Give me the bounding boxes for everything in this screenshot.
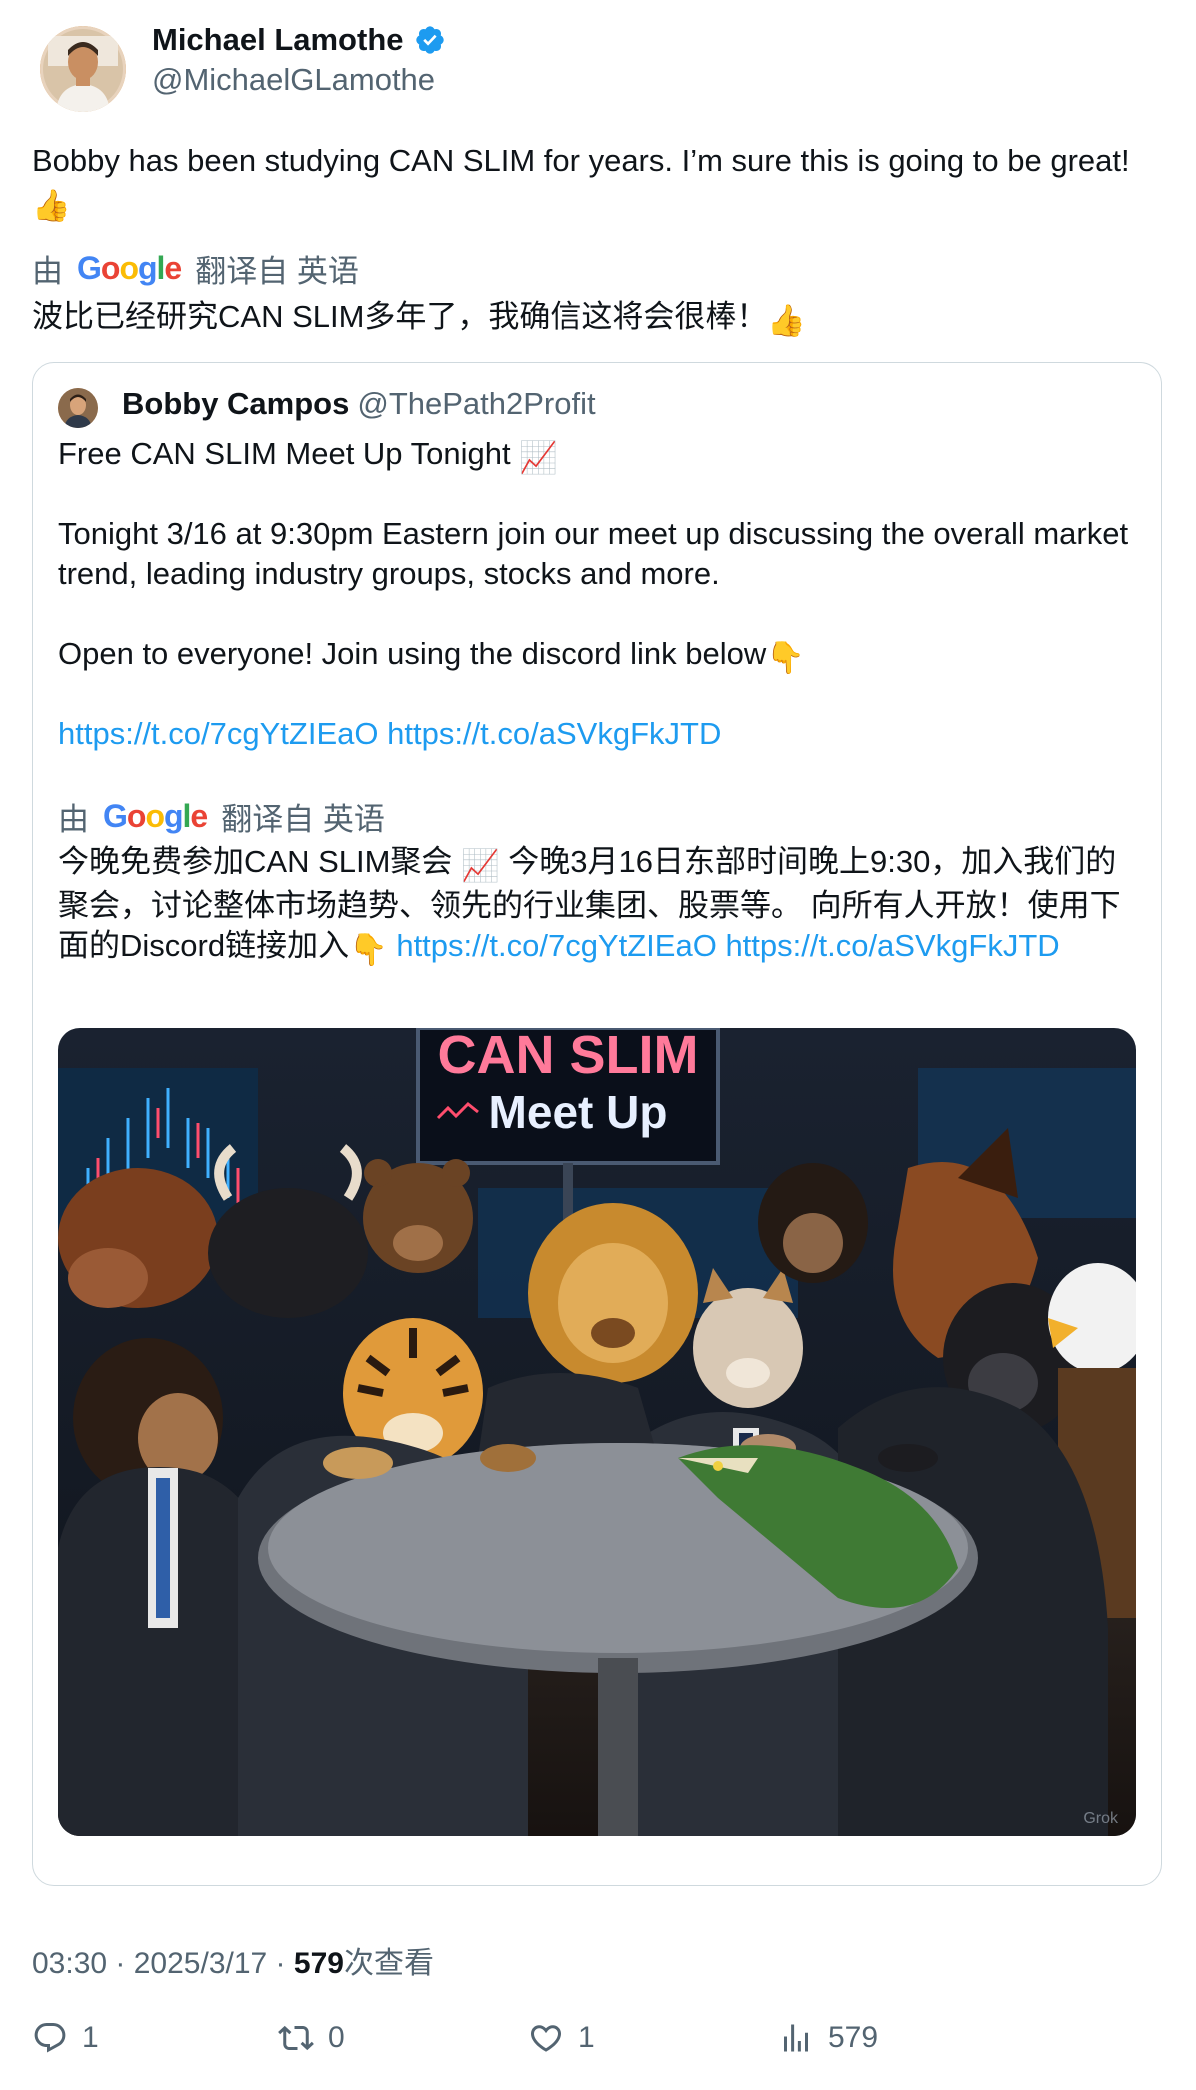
quote-translation-link-1[interactable]: https://t.co/7cgYtZIEaO	[396, 928, 716, 963]
view-count-label: 次查看	[343, 1947, 434, 1980]
reply-button[interactable]: 1	[32, 2020, 99, 2056]
chart-increasing-emoji: 📈	[461, 848, 500, 883]
pointing-down-emoji: 👇	[766, 640, 805, 675]
tweet-translation: 波比已经研究CAN SLIM多年了，我确信这将会很棒！👍	[32, 296, 1152, 341]
tweet-body: Bobby has been studying CAN SLIM for yea…	[32, 143, 1130, 178]
image-screen-subtitle: Meet Up	[489, 1086, 668, 1138]
thumbs-up-emoji: 👍	[32, 188, 71, 223]
quote-line1: Free CAN SLIM Meet Up Tonight 📈	[58, 434, 1138, 478]
translate-suffix: 翻译自 英语	[221, 802, 385, 837]
retweet-icon	[278, 2025, 314, 2051]
quote-paragraph2: Tonight 3/16 at 9:30pm Eastern join our …	[58, 516, 1129, 591]
google-logo: Google	[77, 250, 182, 286]
author-handle[interactable]: @MichaelGLamothe	[152, 62, 435, 98]
retweet-button[interactable]: 0	[278, 2020, 345, 2056]
like-button[interactable]: 1	[528, 2020, 595, 2056]
translate-prefix: 由	[58, 802, 89, 837]
translate-prefix: 由	[32, 254, 63, 289]
tweet-time[interactable]: 03:30	[32, 1947, 107, 1980]
quote-title: Free CAN SLIM Meet Up Tonight	[58, 436, 520, 471]
analytics-icon	[784, 2024, 808, 2052]
meta-separator: ·	[107, 1947, 134, 1980]
tweet-meta: 03:30 · 2025/3/17 · 579次查看	[32, 1938, 434, 1982]
translated-by-google[interactable]: 由 Google 翻译自 英语	[32, 246, 359, 291]
tweet-date[interactable]: 2025/3/17	[134, 1947, 267, 1980]
reply-count: 1	[82, 2021, 99, 2054]
views-count: 579	[828, 2021, 879, 2054]
chart-increasing-emoji: 📈	[519, 440, 558, 475]
author-avatar[interactable]	[40, 26, 126, 112]
image-screen-title: CAN SLIM	[438, 1028, 699, 1085]
quote-paragraph3-text: Open to everyone! Join using the discord…	[58, 636, 767, 671]
quote-media-image[interactable]: CAN SLIM Meet Up Grok	[58, 1028, 1136, 1836]
thumbs-up-emoji: 👍	[767, 303, 807, 338]
quote-author-name[interactable]: Bobby Campos	[122, 386, 349, 421]
image-watermark: Grok	[1083, 1810, 1119, 1827]
quote-translated-by-google[interactable]: 由 Google 翻译自 英语	[58, 794, 385, 839]
meta-separator: ·	[267, 1947, 294, 1980]
author-name[interactable]: Michael Lamothe	[152, 22, 404, 58]
google-logo: Google	[103, 798, 208, 834]
quote-link-1[interactable]: https://t.co/7cgYtZIEaO	[58, 716, 378, 751]
quote-links: https://t.co/7cgYtZIEaO https://t.co/aSV…	[58, 714, 1138, 754]
quote-author-avatar[interactable]	[58, 388, 98, 428]
quote-translation: 今晚免费参加CAN SLIM聚会 📈 今晚3月16日东部时间晚上9:30，加入我…	[58, 842, 1128, 970]
quote-translation-part1: 今晚免费参加CAN SLIM聚会	[58, 844, 462, 879]
verified-badge-icon	[415, 26, 444, 54]
quote-paragraph3: Open to everyone! Join using the discord…	[58, 634, 1138, 678]
quote-translation-link-2[interactable]: https://t.co/aSVkgFkJTD	[725, 928, 1059, 963]
quote-link-2[interactable]: https://t.co/aSVkgFkJTD	[387, 716, 721, 751]
action-bar: 1 0 1 579	[32, 2020, 1162, 2070]
quote-author-handle[interactable]: @ThePath2Profit	[357, 386, 595, 421]
quote-author[interactable]: Bobby Campos @ThePath2Profit	[122, 386, 596, 422]
tweet-translation-text: 波比已经研究CAN SLIM多年了，我确信这将会很棒！	[32, 299, 768, 334]
translate-suffix: 翻译自 英语	[195, 254, 359, 289]
like-count: 1	[578, 2021, 595, 2054]
tweet-text: Bobby has been studying CAN SLIM for yea…	[32, 140, 1152, 226]
heart-icon	[530, 2025, 562, 2052]
views-button[interactable]: 579	[778, 2020, 878, 2056]
retweet-count: 0	[328, 2021, 345, 2054]
view-count: 579	[293, 1947, 344, 1980]
pointing-down-emoji: 👇	[349, 932, 388, 967]
reply-icon	[34, 2023, 66, 2053]
